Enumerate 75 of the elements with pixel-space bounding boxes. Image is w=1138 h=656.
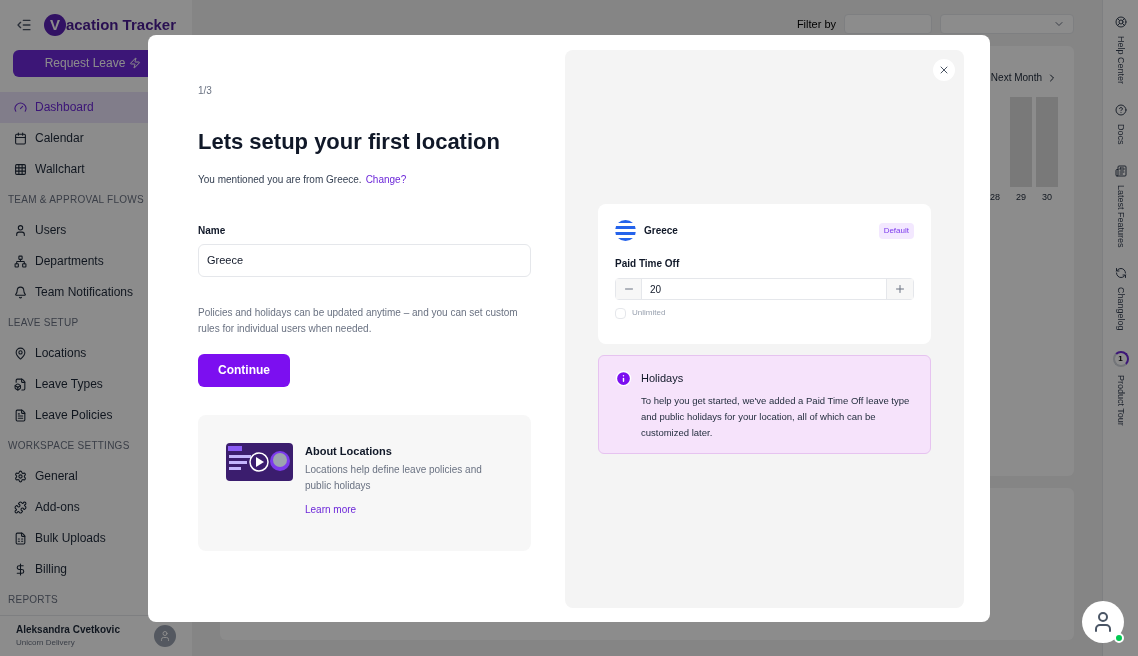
puzzle-icon	[14, 500, 27, 514]
sidebar-item[interactable]: Billing	[0, 553, 192, 585]
file-icon	[14, 377, 27, 391]
sidebar-item[interactable]: Team Notifications	[0, 276, 192, 308]
country-name: Greece	[644, 224, 678, 238]
sidebar-item[interactable]: Locations	[0, 337, 192, 369]
gauge-icon	[14, 100, 27, 114]
filter-label: Filter by	[796, 16, 836, 32]
rail-link[interactable]: 1 Product Tour	[1112, 350, 1129, 426]
close-button[interactable]	[933, 59, 955, 81]
sidebar-item[interactable]: Wallchart	[0, 153, 192, 185]
bell-icon	[14, 285, 27, 299]
learn-more-link[interactable]: Learn more	[305, 502, 495, 517]
company-name: Unicorn Delivery	[16, 637, 76, 650]
sidebar-item[interactable]: Users	[0, 214, 192, 246]
user-name: Aleksandra Cvetkovic	[16, 623, 121, 638]
sidebar-item[interactable]: Leave Types	[0, 368, 192, 400]
sidebar-item[interactable]: Bulk Uploads	[0, 522, 192, 554]
filter-dropdown[interactable]	[940, 14, 1074, 34]
rail-link[interactable]: Changelog	[1113, 267, 1128, 331]
name-field[interactable]: Greece	[198, 243, 531, 277]
dollar-icon	[14, 562, 27, 576]
lifebuoy-icon	[1114, 16, 1127, 28]
user-icon	[159, 629, 171, 642]
spreadsheet-icon	[14, 531, 27, 545]
bolt-icon	[129, 57, 142, 69]
rail-link[interactable]: Docs	[1113, 104, 1128, 145]
section-heading: TEAM & APPROVAL FLOWS	[7, 193, 145, 207]
logo-mark: V	[43, 14, 66, 37]
close-icon	[938, 64, 950, 76]
step-counter: 1/3	[198, 84, 213, 98]
subtitle: You mentioned you are from Greece.	[198, 172, 362, 187]
rail-link[interactable]: Latest Features	[1113, 164, 1128, 248]
holidays-text: To help you get started, we've added a Paid Time Off leave type and public holidays for your location, all of which can be customized later.	[641, 393, 911, 440]
about-text: Locations help define leave policies and public holidays	[305, 463, 483, 493]
logo-text: acation Tracker	[65, 15, 176, 35]
next-month-link[interactable]: Next Month	[990, 70, 1058, 85]
newspaper-icon	[1114, 164, 1127, 177]
holidays-title: Holidays	[641, 371, 685, 386]
day-number: 29	[1016, 191, 1026, 204]
user-icon	[14, 223, 27, 237]
sidebar-item[interactable]: Leave Policies	[0, 399, 192, 431]
map-pin-icon	[14, 346, 27, 360]
section-heading: REPORTS	[7, 593, 59, 607]
tour-badge: 1	[1112, 350, 1129, 367]
grid-icon	[14, 162, 27, 176]
flag-icon	[615, 220, 636, 241]
section-heading: LEAVE SETUP	[7, 316, 80, 330]
leave-type-label: Paid Time Off	[615, 257, 681, 271]
change-link[interactable]: Change?	[365, 171, 407, 187]
document-icon	[14, 408, 27, 422]
filter-dropdown[interactable]	[844, 14, 932, 34]
unlimited-checkbox[interactable]	[615, 307, 626, 319]
calendar-icon	[14, 131, 27, 145]
info-icon	[615, 370, 632, 387]
settings-icon	[14, 469, 27, 483]
day-number: 30	[1042, 191, 1052, 204]
dialog-title: Lets setup your first location	[198, 128, 501, 156]
rail-link[interactable]: Help Center	[1113, 16, 1128, 85]
continue-button[interactable]: Continue	[198, 353, 290, 387]
sidebar-item[interactable]: Add-ons	[0, 491, 192, 523]
sidebar-item[interactable]: Departments	[0, 245, 192, 277]
sidebar-item[interactable]: Calendar	[0, 122, 192, 154]
info-note: Policies and holidays can be updated anytime – and you can set custom rules for individual users when needed.	[198, 305, 519, 336]
day-number: 28	[990, 191, 1000, 204]
sidebar-item[interactable]: General	[0, 460, 192, 492]
section-heading: WORKSPACE SETTINGS	[7, 439, 131, 453]
help-icon	[1114, 104, 1127, 117]
default-tag: Default	[878, 222, 914, 239]
field-label: Name	[198, 223, 227, 238]
checkbox-label: Unlimited	[632, 307, 666, 319]
refresh-icon	[1114, 267, 1127, 280]
network-icon	[14, 254, 27, 268]
about-title: About Locations	[305, 443, 393, 459]
avatar-icon[interactable]	[154, 624, 176, 647]
